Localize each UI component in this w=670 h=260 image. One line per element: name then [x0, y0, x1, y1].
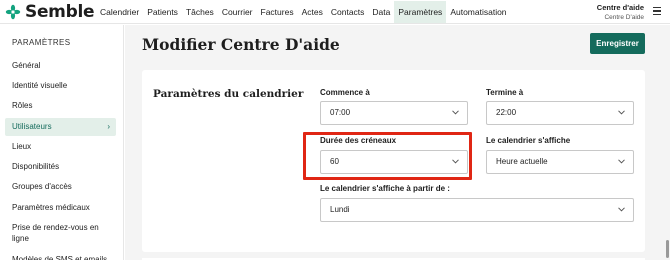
calendar-start-day-label: Le calendrier s'affiche à partir de :	[320, 184, 450, 193]
chevron-down-icon	[618, 207, 625, 213]
nav-item-contacts[interactable]: Contacts	[327, 1, 369, 23]
save-button[interactable]: Enregistrer	[590, 33, 645, 54]
calendar-display-label: Le calendrier s'affiche	[486, 136, 571, 145]
highlight-box	[303, 132, 472, 180]
centre-subtitle: Centre D'aide	[604, 14, 644, 21]
calendar-display-value: Heure actuelle	[496, 157, 548, 166]
sidebar-item-disponibilites[interactable]: Disponibilités	[5, 158, 116, 176]
hamburger-menu-icon[interactable]	[653, 7, 661, 16]
centre-name: Centre d'aide	[596, 3, 644, 12]
brand-name: Semble	[25, 2, 95, 22]
chevron-down-icon	[618, 110, 625, 116]
nav-item-actes[interactable]: Actes	[298, 1, 327, 23]
calendar-display-select[interactable]: Heure actuelle	[486, 150, 634, 174]
top-navigation-bar: Semble Calendrier Patients Tâches Courri…	[0, 0, 670, 24]
page-title: Modifier Centre D'aide	[142, 35, 340, 54]
sidebar-item-identite-visuelle[interactable]: Identité visuelle	[5, 77, 116, 95]
calendar-start-day-value: Lundi	[330, 205, 350, 214]
start-time-select[interactable]: 07:00	[320, 101, 468, 125]
sidebar-item-lieux[interactable]: Lieux	[5, 138, 116, 156]
main-nav: Calendrier Patients Tâches Courrier Fact…	[96, 0, 511, 24]
nav-item-courrier[interactable]: Courrier	[218, 1, 257, 23]
calendar-start-day-select[interactable]: Lundi	[320, 198, 634, 222]
nav-item-taches[interactable]: Tâches	[182, 1, 218, 23]
nav-item-automatisation[interactable]: Automatisation	[446, 1, 510, 23]
section-title: Paramètres du calendrier	[153, 88, 304, 100]
sidebar-item-groupes-acces[interactable]: Groupes d'accès	[5, 178, 116, 196]
nav-item-calendrier[interactable]: Calendrier	[96, 1, 143, 23]
chevron-down-icon	[618, 159, 625, 165]
nav-item-patients[interactable]: Patients	[143, 1, 182, 23]
sidebar-item-general[interactable]: Général	[5, 57, 116, 75]
sidebar-item-prise-rdv-en-ligne[interactable]: Prise de rendez-vous en ligne	[5, 222, 116, 246]
start-time-value: 07:00	[330, 108, 351, 117]
chevron-down-icon	[452, 110, 459, 116]
sidebar-item-parametres-medicaux[interactable]: Paramètres médicaux	[5, 199, 116, 217]
nav-item-parametres[interactable]: Paramètres	[394, 1, 447, 23]
chevron-right-icon: ›	[107, 122, 110, 131]
start-time-label: Commence à	[320, 88, 370, 97]
scrollbar-thumb[interactable]	[666, 240, 669, 258]
sidebar-item-modeles-sms-emails[interactable]: Modèles de SMS et emails	[5, 251, 116, 260]
centre-switcher[interactable]: Centre d'aide Centre D'aide	[597, 3, 644, 22]
sidebar-heading: PARAMÈTRES	[12, 38, 71, 47]
end-time-select[interactable]: 22:00	[486, 101, 634, 125]
semble-logo[interactable]: Semble	[5, 2, 95, 22]
nav-item-factures[interactable]: Factures	[257, 1, 298, 23]
sidebar-item-roles[interactable]: Rôles	[5, 97, 116, 115]
end-time-label: Termine à	[486, 88, 524, 97]
end-time-value: 22:00	[496, 108, 517, 117]
settings-sidebar: PARAMÈTRES Général Identité visuelle Rôl…	[0, 25, 124, 260]
nav-item-data[interactable]: Data	[368, 1, 394, 23]
semble-logo-icon	[5, 4, 21, 20]
sidebar-item-label: Utilisateurs	[12, 122, 52, 131]
sidebar-item-utilisateurs[interactable]: Utilisateurs ›	[5, 118, 116, 136]
